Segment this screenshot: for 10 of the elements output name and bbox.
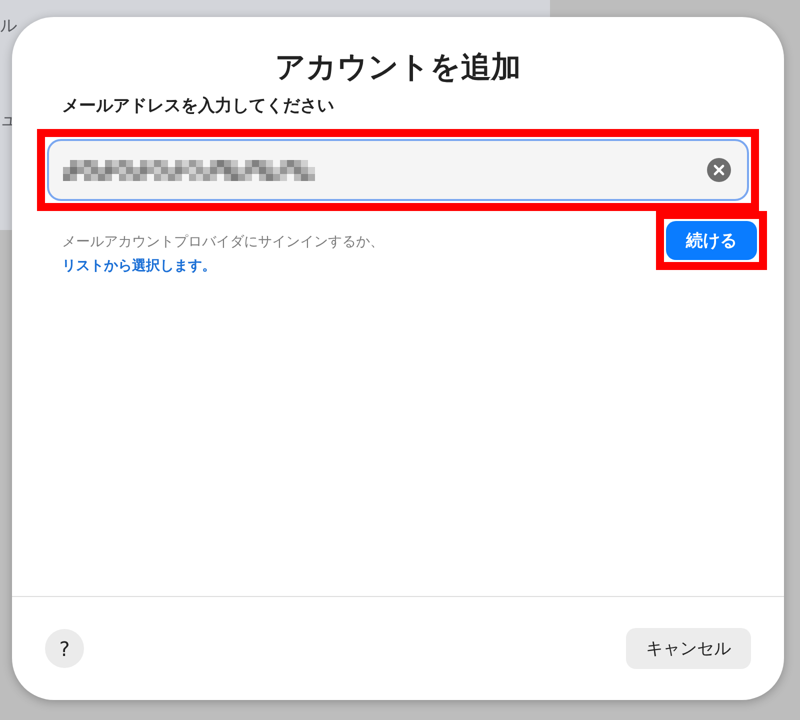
email-field[interactable] xyxy=(47,139,749,201)
dialog-title: アカウントを追加 xyxy=(274,51,522,84)
provider-list-link[interactable]: リストから選択します。 xyxy=(62,257,384,275)
hint-text: メールアカウントプロバイダにサインインするか、 xyxy=(62,233,384,251)
help-button[interactable]: ? xyxy=(45,629,84,668)
background-text: ル xyxy=(0,15,17,37)
clear-icon[interactable] xyxy=(707,158,731,182)
continue-button[interactable]: 続ける xyxy=(666,221,757,260)
cancel-button[interactable]: キャンセル xyxy=(626,628,751,669)
field-label: メールアドレスを入力してください xyxy=(62,95,335,117)
